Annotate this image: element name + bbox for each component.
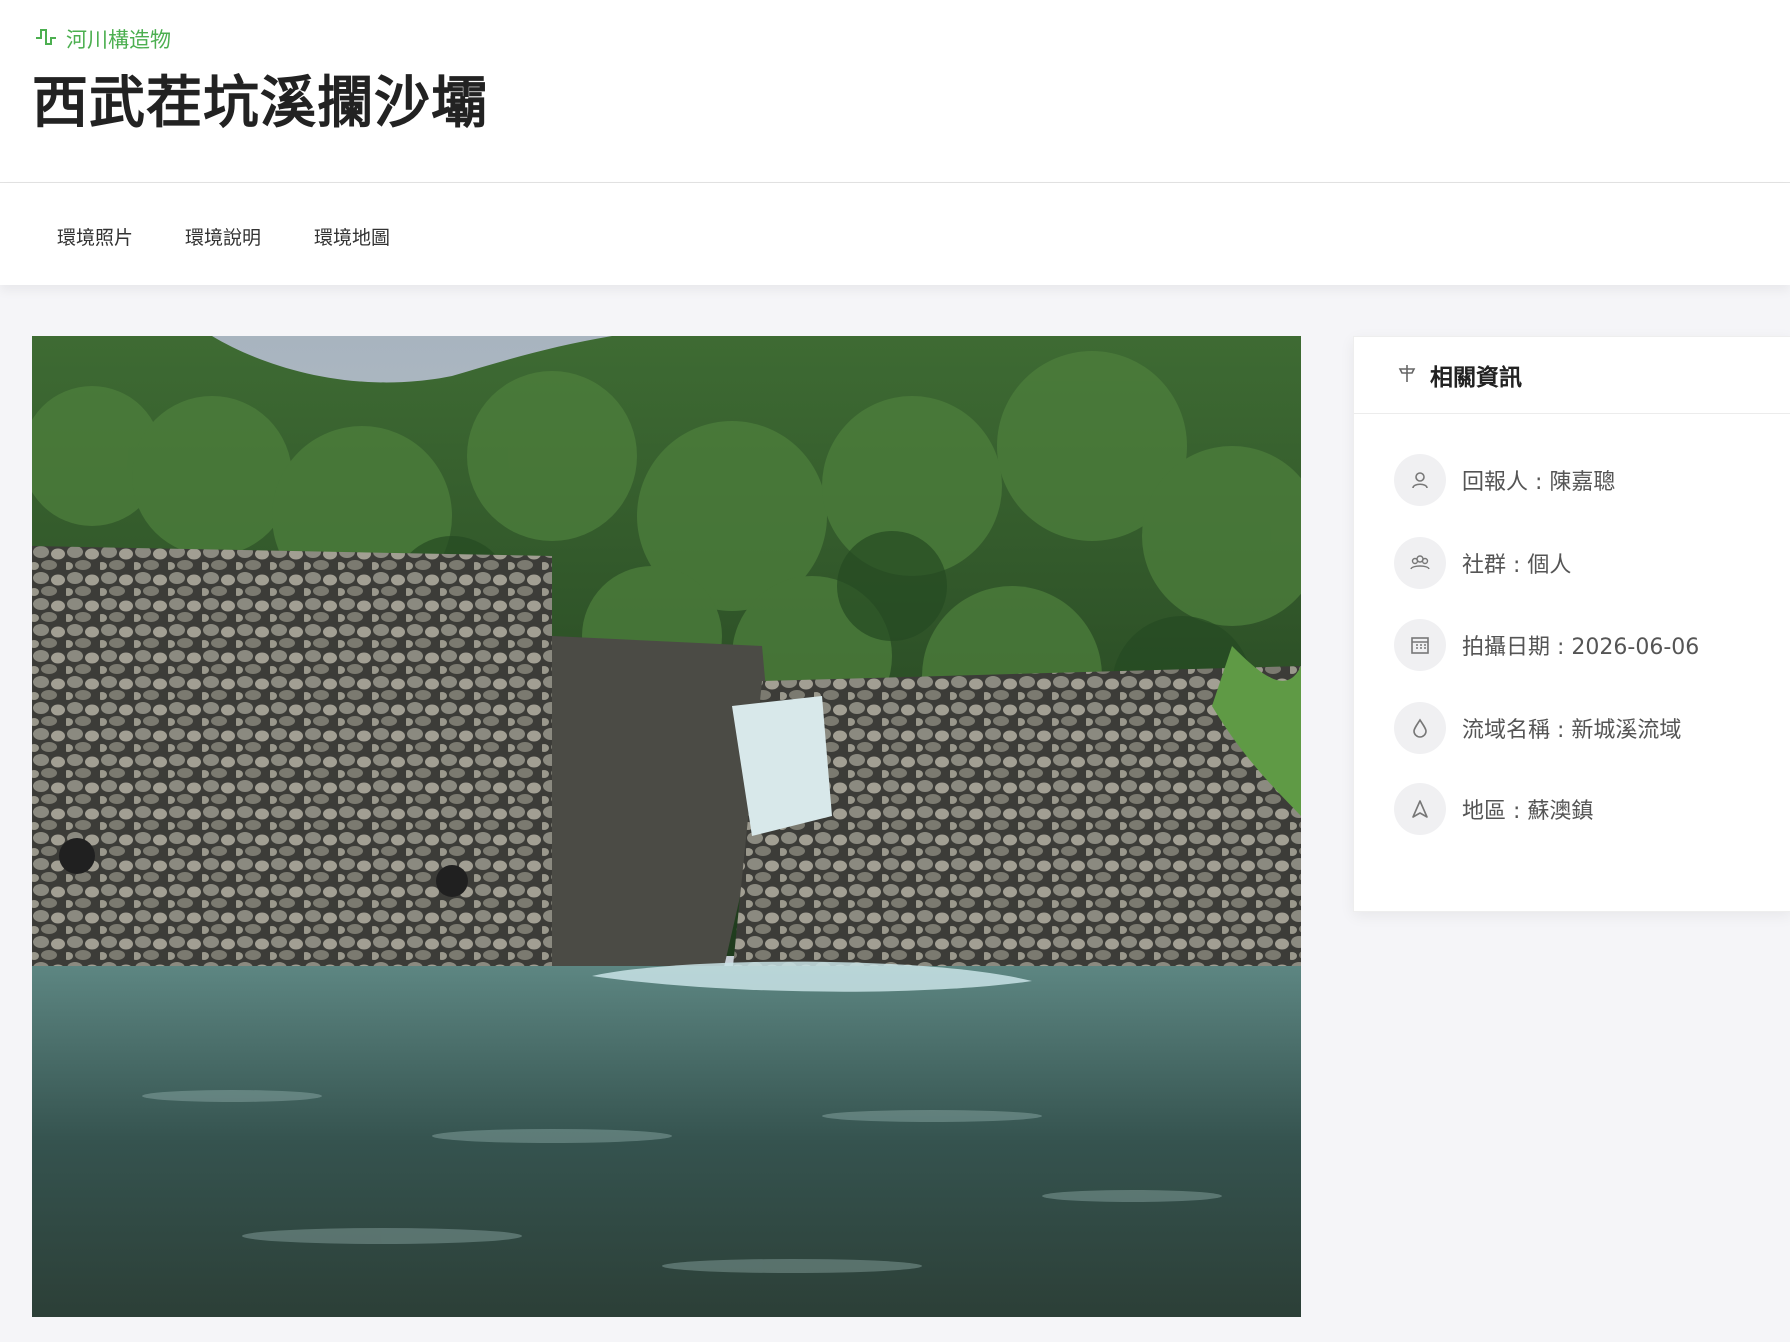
category-breadcrumb[interactable]: 河川構造物 (34, 24, 171, 54)
signpost-icon (1396, 362, 1418, 388)
user-icon (1394, 454, 1446, 506)
info-row-date: 拍攝日期 : 2026-06-06 (1394, 619, 1699, 671)
calendar-icon (1394, 619, 1446, 671)
related-info-title: 相關資訊 (1430, 365, 1522, 391)
tab-photos[interactable]: 環境照片 (57, 223, 133, 250)
tab-map[interactable]: 環境地圖 (314, 223, 390, 250)
page-header: 河川構造物 西武茬坑溪攔沙壩 (0, 0, 1790, 183)
page-title: 西武茬坑溪攔沙壩 (32, 71, 488, 136)
category-label: 河川構造物 (66, 28, 171, 52)
info-text-community: 社群 : 個人 (1462, 553, 1572, 578)
info-row-reporter: 回報人 : 陳嘉聰 (1394, 454, 1615, 506)
info-row-region: 地區 : 蘇澳鎮 (1394, 783, 1593, 835)
structure-icon (34, 26, 58, 53)
tab-bar: 環境照片 環境說明 環境地圖 (0, 183, 1790, 285)
info-row-community: 社群 : 個人 (1394, 537, 1571, 589)
related-info-header: 相關資訊 (1354, 337, 1790, 414)
water-drop-icon (1394, 702, 1446, 754)
tab-description[interactable]: 環境說明 (185, 223, 261, 250)
group-icon (1394, 537, 1446, 589)
info-text-date: 拍攝日期 : 2026-06-06 (1462, 635, 1700, 660)
environment-photo (32, 336, 1301, 1317)
info-text-basin: 流域名稱 : 新城溪流域 (1462, 718, 1682, 743)
info-text-region: 地區 : 蘇澳鎮 (1462, 799, 1594, 824)
related-info-card: 相關資訊 回報人 : 陳嘉聰 社群 : 個人 拍攝日期 : 2026-06-06… (1353, 336, 1790, 912)
info-row-basin: 流域名稱 : 新城溪流域 (1394, 702, 1681, 754)
navigation-icon (1394, 783, 1446, 835)
info-text-reporter: 回報人 : 陳嘉聰 (1462, 470, 1616, 495)
